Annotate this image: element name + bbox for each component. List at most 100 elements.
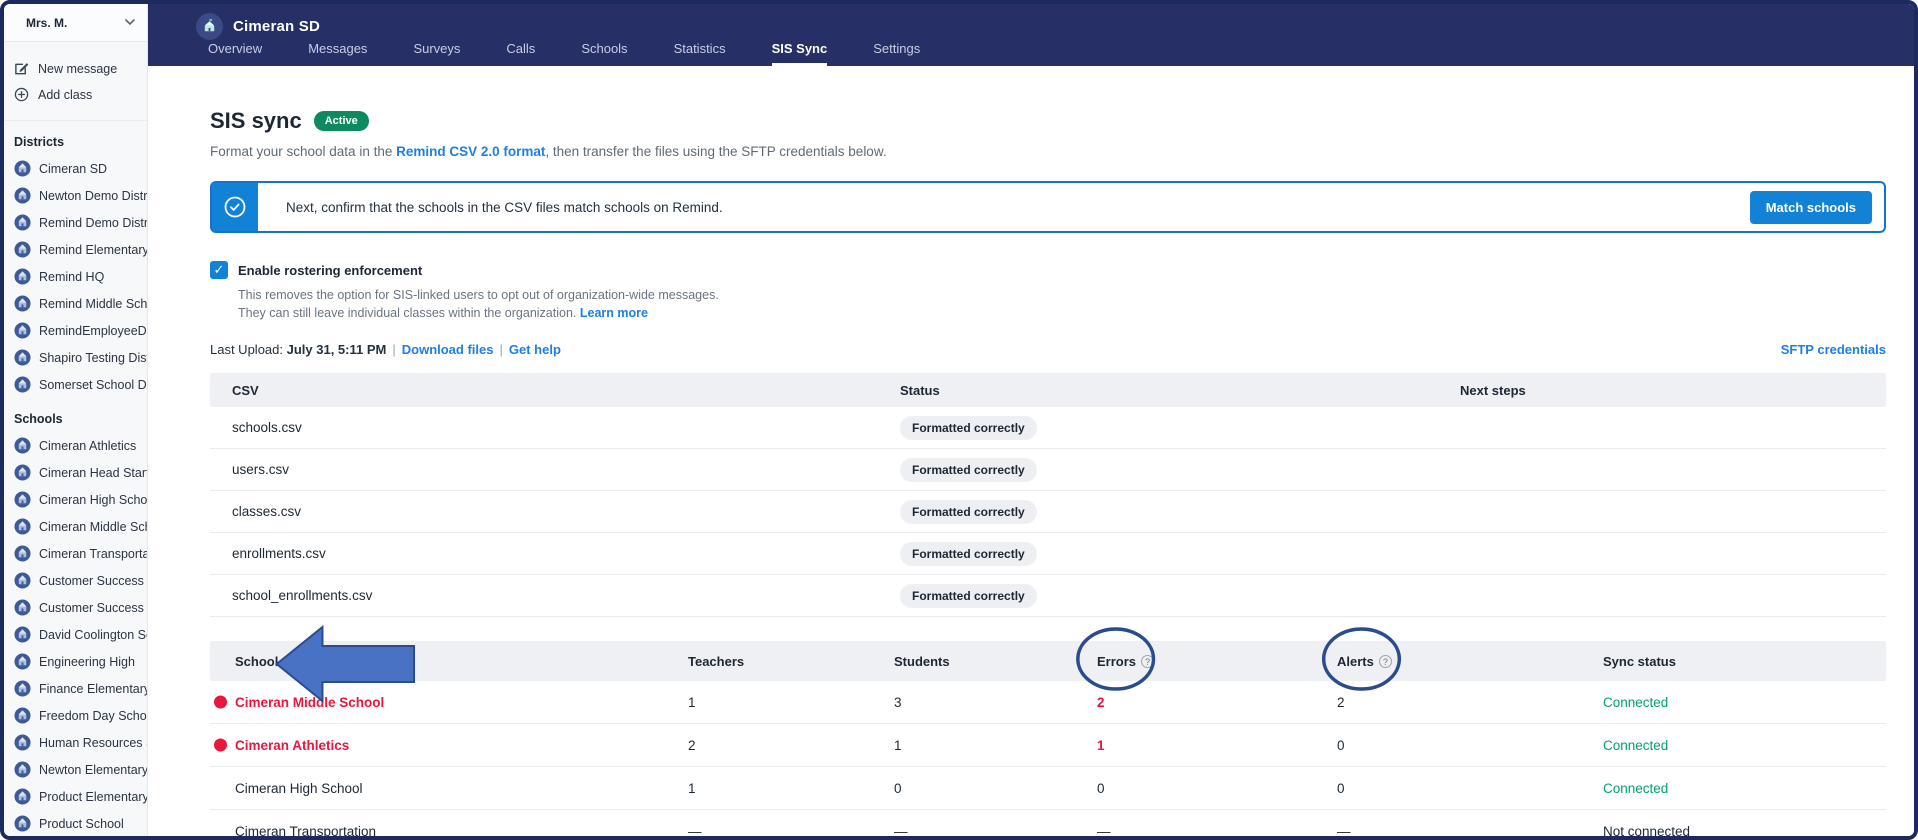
top-navbar: Cimeran SD Overview Messages Surveys Cal…	[148, 4, 1914, 66]
school-icon	[14, 599, 31, 616]
main-content: SIS sync Active Format your school data …	[148, 66, 1914, 836]
school-icon	[14, 437, 31, 454]
sidebar-item-school[interactable]: Newton Elementary Demo	[4, 756, 147, 783]
school-icon	[14, 707, 31, 724]
sidebar-item-school[interactable]: Finance Elementary School	[4, 675, 147, 702]
table-row: enrollments.csv Formatted correctly	[210, 533, 1886, 575]
sidebar-item-school[interactable]: David Coolington School	[4, 621, 147, 648]
district-icon	[14, 187, 31, 204]
last-upload-label: Last Upload:	[210, 342, 283, 357]
sidebar-item-school[interactable]: Engineering High	[4, 648, 147, 675]
table-row: schools.csv Formatted correctly	[210, 407, 1886, 449]
app-window: Mrs. M. New message Add class Districts …	[0, 0, 1918, 840]
school-name[interactable]: Cimeran Transportation	[235, 824, 376, 837]
errors-help-icon[interactable]: ?	[1141, 654, 1155, 668]
csv-table: CSV Status Next steps schools.csv Format…	[210, 373, 1886, 617]
new-message-button[interactable]: New message	[14, 56, 147, 82]
school-icon	[14, 788, 31, 805]
table-row: Cimeran Athletics 2 1 1 0 Connected	[210, 724, 1886, 767]
tab-overview[interactable]: Overview	[208, 41, 262, 66]
table-row: Cimeran Middle School 1 3 2 2 Connected	[210, 681, 1886, 724]
rostering-label: Enable rostering enforcement	[238, 262, 423, 278]
sidebar-item-district[interactable]: Remind HQ	[4, 263, 147, 290]
download-files-link[interactable]: Download files	[402, 342, 494, 357]
rostering-description: This removes the option for SIS-linked u…	[238, 288, 719, 320]
user-menu[interactable]: Mrs. M.	[4, 4, 147, 42]
sidebar-item-school[interactable]: Freedom Day School	[4, 702, 147, 729]
sidebar-item-district[interactable]: Remind Elementary School	[4, 236, 147, 263]
get-help-link[interactable]: Get help	[509, 342, 561, 357]
org-name: Cimeran SD	[233, 18, 321, 35]
school-name-link[interactable]: Cimeran Athletics	[235, 738, 349, 753]
csv-format-link[interactable]: Remind CSV 2.0 format	[396, 144, 545, 159]
sync-status: Connected	[1603, 737, 1669, 753]
tab-messages[interactable]: Messages	[308, 41, 367, 66]
districts-list: Cimeran SD Newton Demo District Remind D…	[4, 155, 147, 398]
rostering-checkbox[interactable]: ✓	[210, 261, 228, 279]
district-icon	[14, 349, 31, 366]
tab-sis-sync[interactable]: SIS Sync	[771, 41, 828, 66]
school-name[interactable]: Cimeran High School	[235, 781, 363, 796]
sync-status: Not connected	[1603, 823, 1691, 837]
school-icon	[14, 572, 31, 589]
banner-message: Next, confirm that the schools in the CS…	[286, 199, 723, 215]
sidebar: Mrs. M. New message Add class Districts …	[4, 4, 148, 836]
tab-calls[interactable]: Calls	[506, 41, 535, 66]
sidebar-item-school[interactable]: Cimeran High School	[4, 486, 147, 513]
tab-settings[interactable]: Settings	[873, 41, 920, 66]
page-description: Format your school data in the Remind CS…	[210, 144, 887, 159]
table-row: Cimeran High School 1 0 0 0 Connected	[210, 767, 1886, 810]
school-icon	[14, 491, 31, 508]
school-icon	[14, 653, 31, 670]
tab-statistics[interactable]: Statistics	[674, 41, 726, 66]
chevron-down-icon	[125, 17, 135, 29]
org-avatar	[196, 13, 223, 40]
match-schools-banner: Next, confirm that the schools in the CS…	[210, 181, 1886, 233]
alerts-help-icon[interactable]: ?	[1378, 654, 1392, 668]
school-icon	[14, 680, 31, 697]
sidebar-item-school[interactable]: Customer Success Charter	[4, 567, 147, 594]
schools-heading: Schools	[14, 412, 63, 426]
nav-tabs: Overview Messages Surveys Calls Schools …	[148, 41, 1914, 66]
table-row: users.csv Formatted correctly	[210, 449, 1886, 491]
sidebar-item-school[interactable]: Cimeran Middle School	[4, 513, 147, 540]
sidebar-item-school[interactable]: Cimeran Athletics	[4, 432, 147, 459]
sidebar-item-school[interactable]: Cimeran Head Start	[4, 459, 147, 486]
school-name-link[interactable]: Cimeran Middle School	[235, 695, 384, 710]
district-icon	[14, 241, 31, 258]
district-icon	[14, 268, 31, 285]
schoolhouse-icon	[204, 18, 215, 32]
sidebar-item-school[interactable]: Cimeran Transportation	[4, 540, 147, 567]
learn-more-link[interactable]: Learn more	[580, 306, 648, 320]
add-class-button[interactable]: Add class	[14, 82, 147, 108]
csv-table-header: CSV Status Next steps	[210, 373, 1886, 407]
table-row: classes.csv Formatted correctly	[210, 491, 1886, 533]
sidebar-item-district[interactable]: Shapiro Testing District	[4, 344, 147, 371]
sidebar-item-school[interactable]: Customer Success Tech	[4, 594, 147, 621]
schools-table: School Teachers Students Errors? Alerts?…	[210, 624, 1886, 836]
compose-icon	[14, 61, 30, 77]
sidebar-item-school[interactable]: Human Resources School	[4, 729, 147, 756]
csv-file-name: users.csv	[232, 462, 290, 477]
sidebar-item-district[interactable]: Somerset School District	[4, 371, 147, 398]
csv-file-name: school_enrollments.csv	[232, 588, 373, 603]
sidebar-item-district[interactable]: RemindEmployeeDistrict	[4, 317, 147, 344]
tab-surveys[interactable]: Surveys	[413, 41, 460, 66]
sftp-credentials-link[interactable]: SFTP credentials	[1781, 342, 1886, 357]
district-icon	[14, 295, 31, 312]
status-badge: Formatted correctly	[900, 415, 1037, 440]
sidebar-item-district[interactable]: Cimeran SD	[4, 155, 147, 182]
school-icon	[14, 761, 31, 778]
status-badge: Formatted correctly	[900, 541, 1037, 566]
sidebar-item-district[interactable]: Remind Middle School	[4, 290, 147, 317]
district-icon	[14, 322, 31, 339]
sync-status: Connected	[1603, 780, 1669, 796]
sidebar-item-school[interactable]: Product Elementary	[4, 783, 147, 810]
tab-schools[interactable]: Schools	[581, 41, 627, 66]
district-icon	[14, 376, 31, 393]
sidebar-item-school[interactable]: Product School	[4, 810, 147, 836]
sidebar-item-district[interactable]: Remind Demo District	[4, 209, 147, 236]
sidebar-item-district[interactable]: Newton Demo District	[4, 182, 147, 209]
table-row: Cimeran Transportation — — — — Not conne…	[210, 810, 1886, 836]
match-schools-button[interactable]: Match schools	[1749, 190, 1872, 224]
